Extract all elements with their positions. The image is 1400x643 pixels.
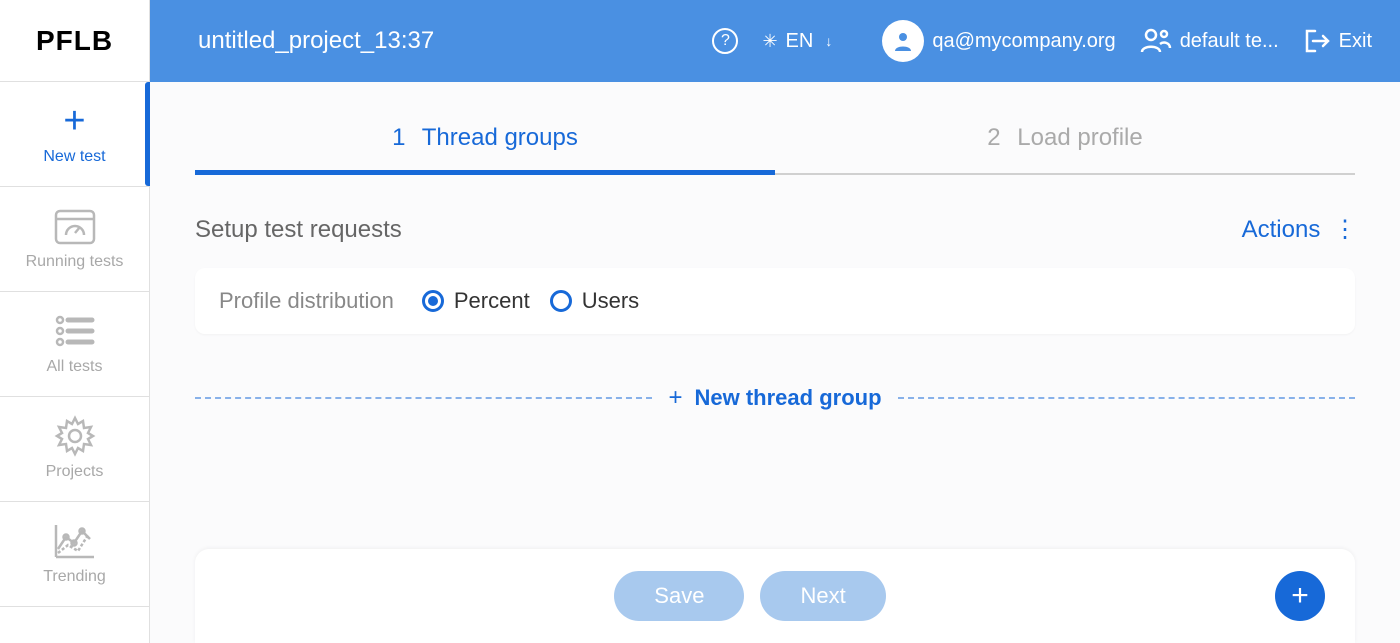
- new-thread-group-label: New thread group: [695, 385, 882, 411]
- plus-icon: +: [1291, 579, 1309, 613]
- chevron-down-icon: ↓: [825, 33, 832, 49]
- new-thread-group-button[interactable]: + New thread group: [668, 384, 881, 412]
- tab-label: Load profile: [1017, 124, 1142, 151]
- section-title: Setup test requests: [195, 216, 402, 244]
- sidebar-item-projects[interactable]: Projects: [0, 397, 149, 502]
- tab-number: 1: [392, 124, 405, 151]
- new-thread-group-row: + New thread group: [195, 384, 1355, 412]
- gear-icon: [51, 415, 99, 457]
- header: untitled_project_13:37 ? ✳ EN ↓ qa@mycom…: [150, 0, 1400, 82]
- tab-label: Thread groups: [422, 124, 578, 151]
- plus-icon: +: [51, 100, 99, 142]
- user-email: qa@mycompany.org: [932, 30, 1115, 53]
- project-title: untitled_project_13:37: [198, 27, 434, 55]
- user-menu[interactable]: qa@mycompany.org: [882, 20, 1115, 62]
- avatar-icon: [882, 20, 924, 62]
- footer-bar: Save Next +: [195, 549, 1355, 643]
- radio-icon: [422, 290, 444, 312]
- chart-icon: [51, 520, 99, 562]
- sidebar-item-new-test[interactable]: + New test: [0, 82, 149, 187]
- list-icon: [51, 310, 99, 352]
- profile-distribution-card: Profile distribution Percent Users: [195, 268, 1355, 334]
- team-icon: [1140, 26, 1172, 56]
- flag-icon: ✳: [762, 31, 777, 52]
- help-button[interactable]: ?: [712, 28, 738, 54]
- radio-percent[interactable]: Percent: [422, 288, 530, 314]
- sidebar-item-label: Trending: [43, 568, 106, 586]
- tab-thread-groups[interactable]: 1 Thread groups: [195, 124, 775, 175]
- help-icon: ?: [712, 28, 738, 54]
- sidebar: PFLB + New test Running tests: [0, 0, 150, 643]
- actions-label: Actions: [1242, 216, 1321, 243]
- profile-distribution-label: Profile distribution: [219, 288, 394, 314]
- sidebar-item-label: Running tests: [26, 253, 124, 271]
- language-label: EN: [786, 30, 814, 53]
- logo: PFLB: [36, 25, 113, 57]
- content: 1 Thread groups 2 Load profile Setup tes…: [150, 82, 1400, 643]
- dots-icon: ⋮: [1333, 216, 1355, 243]
- section-header: Setup test requests Actions ⋮: [195, 215, 1355, 244]
- sidebar-item-label: All tests: [46, 358, 102, 376]
- exit-button[interactable]: Exit: [1303, 28, 1372, 54]
- team-label: default te...: [1180, 30, 1279, 53]
- radio-label: Users: [582, 288, 639, 314]
- plus-icon: +: [668, 384, 682, 412]
- save-button[interactable]: Save: [614, 571, 744, 621]
- gauge-icon: [51, 205, 99, 247]
- sidebar-item-label: New test: [43, 148, 105, 166]
- tabs: 1 Thread groups 2 Load profile: [195, 124, 1355, 175]
- team-selector[interactable]: default te...: [1140, 26, 1279, 56]
- tab-load-profile[interactable]: 2 Load profile: [775, 124, 1355, 175]
- exit-label: Exit: [1339, 30, 1372, 53]
- language-selector[interactable]: ✳ EN ↓: [762, 30, 832, 53]
- radio-icon: [550, 290, 572, 312]
- radio-label: Percent: [454, 288, 530, 314]
- divider: [195, 397, 652, 399]
- fab-add-button[interactable]: +: [1275, 571, 1325, 621]
- exit-icon: [1303, 28, 1331, 54]
- main: untitled_project_13:37 ? ✳ EN ↓ qa@mycom…: [150, 0, 1400, 643]
- radio-users[interactable]: Users: [550, 288, 639, 314]
- sidebar-item-trending[interactable]: Trending: [0, 502, 149, 607]
- sidebar-item-running-tests[interactable]: Running tests: [0, 187, 149, 292]
- actions-menu[interactable]: Actions ⋮: [1242, 215, 1355, 244]
- divider: [898, 397, 1355, 399]
- logo-box: PFLB: [0, 0, 149, 82]
- tab-number: 2: [987, 124, 1000, 151]
- next-button[interactable]: Next: [760, 571, 885, 621]
- sidebar-item-all-tests[interactable]: All tests: [0, 292, 149, 397]
- sidebar-item-label: Projects: [46, 463, 104, 481]
